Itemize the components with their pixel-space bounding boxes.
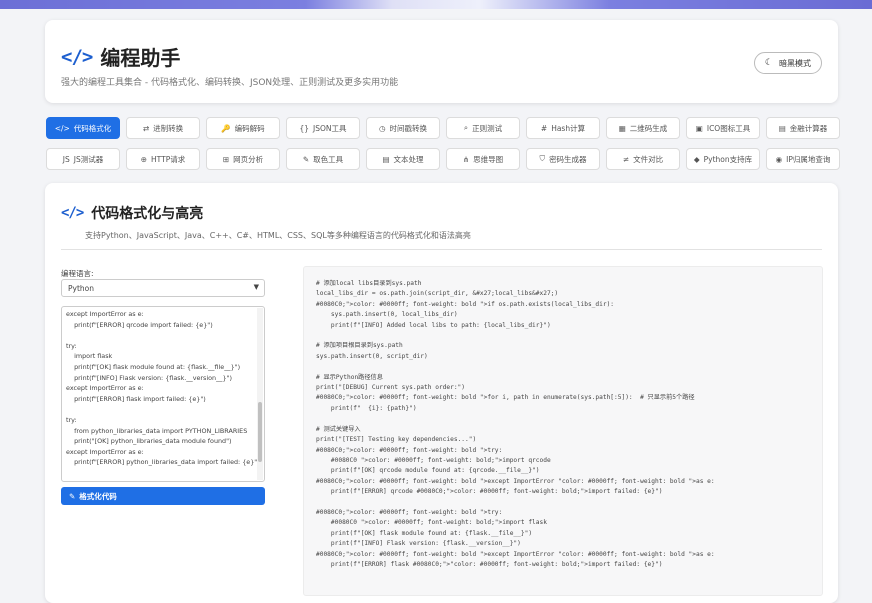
tool-tab-globe[interactable]: ⊕ HTTP请求 [126,148,200,170]
sitemap-icon: ⋔ [462,154,470,164]
tool-tab-eyedropper[interactable]: ✎ 取色工具 [286,148,360,170]
tool-tab-label: IP归属地查询 [786,154,831,164]
clock-icon: ◷ [378,123,386,133]
tool-tab-table[interactable]: ⊞ 网页分析 [206,148,280,170]
tool-tab-json[interactable]: {} JSON工具 [286,117,360,139]
app-header: </> 编程助手 强大的编程工具集合 - 代码格式化、编码转换、JSON处理、正… [45,20,838,103]
section-title: 代码格式化与高亮 [91,206,204,222]
tool-tab-search[interactable]: ⌕ 正则测试 [446,117,520,139]
code-icon: </> [61,205,84,221]
compare-icon: ≠ [622,154,630,164]
tool-tab-python[interactable]: ◆ Python支持库 [686,148,760,170]
tool-tab-file[interactable]: ▤ 文本处理 [366,148,440,170]
tool-tab-label: 思维导图 [473,154,504,164]
tool-tab-label: 文本处理 [393,154,424,164]
tool-tab-label: Hash计算 [551,123,586,133]
app-subtitle: 强大的编程工具集合 - 代码格式化、编码转换、JSON处理、正则测试及更多实用功… [61,78,399,88]
table-icon: ⊞ [222,154,230,164]
language-label: 编程语言: [61,269,94,278]
code-input-text: except ImportError as e: print(f"[ERROR]… [66,310,260,467]
tool-tab-qrcode[interactable]: ▦ 二维码生成 [606,117,680,139]
chevron-down-icon: ▼ [253,283,259,291]
js-icon: JS [62,154,70,164]
section-description: 支持Python、JavaScript、Java、C++、C#、HTML、CSS… [85,231,471,240]
language-select[interactable]: Python ▼ [61,279,265,297]
app-title: 编程助手 [100,46,181,70]
app-logo-row: </> 编程助手 [61,42,180,71]
tool-tab-code[interactable]: </> 代码格式化 [46,117,120,139]
dark-mode-label: 暗黑模式 [779,58,811,68]
calculator-icon: ▤ [778,123,786,133]
tool-tab-sitemap[interactable]: ⋔ 思维导图 [446,148,520,170]
code-icon: </> [54,123,70,133]
tool-tab-label: ICO图标工具 [706,123,751,133]
section-title-row: </> 代码格式化与高亮 [61,203,203,223]
tool-tab-label: HTTP请求 [151,154,186,164]
tool-tab-hash[interactable]: # Hash计算 [526,117,600,139]
tool-tab-label: 取色工具 [313,154,344,164]
tool-tab-clock[interactable]: ◷ 时间戳转换 [366,117,440,139]
tool-tab-label: JS测试器 [73,154,104,164]
shield-icon: ⛉ [539,154,546,163]
top-gradient-bar [0,0,872,9]
tool-tab-image[interactable]: ▣ ICO图标工具 [686,117,760,139]
tool-tab-label: 密码生成器 [549,154,587,164]
tool-tab-exchange[interactable]: ⇄ 进制转换 [126,117,200,139]
key-icon: 🔑 [221,123,231,133]
format-code-button[interactable]: ✎ 格式化代码 [61,487,265,505]
code-input-textarea[interactable]: except ImportError as e: print(f"[ERROR]… [61,306,265,482]
tool-tab-label: Python支持库 [703,154,753,164]
tool-tab-label: 金融计算器 [789,123,828,133]
moon-icon: ☾ [764,58,773,68]
location-icon: ◉ [775,154,783,164]
code-logo-icon: </> [61,45,93,68]
eyedropper-icon: ✎ [302,154,310,164]
code-output-text: # 添加local libs目录到sys.path local_libs_dir… [316,280,715,568]
tool-tab-compare[interactable]: ≠ 文件对比 [606,148,680,170]
code-output-panel: # 添加local libs目录到sys.path local_libs_dir… [303,266,823,596]
tool-tab-label: 二维码生成 [629,123,668,133]
globe-icon: ⊕ [140,154,148,164]
search-icon: ⌕ [463,123,469,132]
tool-tab-label: 文件对比 [633,154,664,164]
python-icon: ◆ [693,154,700,164]
image-icon: ▣ [695,123,703,133]
tool-tab-shield[interactable]: ⛉ 密码生成器 [526,148,600,170]
section-divider [61,249,822,250]
tool-tab-location[interactable]: ◉ IP归属地查询 [766,148,840,170]
editor-scrollbar-thumb[interactable] [258,402,262,462]
tool-row-2: JS JS测试器 ⊕ HTTP请求 ⊞ 网页分析 ✎ 取色工具 ▤ 文本处理 ⋔ 思维导图 ⛉ 密码生成器… [46,148,840,170]
tool-tab-calculator[interactable]: ▤ 金融计算器 [766,117,840,139]
language-select-value: Python [68,283,94,293]
tool-tab-label: 时间戳转换 [389,123,428,133]
tool-tab-label: 编码解码 [234,123,265,133]
hash-icon: # [540,123,548,133]
exchange-icon: ⇄ [142,123,150,133]
tool-nav: </> 代码格式化 ⇄ 进制转换 🔑 编码解码 {} JSON工具 ◷ 时间戳转换 ⌕ 正则测试 # Ha… [45,113,840,176]
tool-tab-label: 正则测试 [472,123,503,133]
tool-tab-label: JSON工具 [313,123,347,133]
dark-mode-toggle-button[interactable]: ☾ 暗黑模式 [753,52,822,74]
format-code-label: 格式化代码 [79,491,117,501]
tool-tab-js[interactable]: JS JS测试器 [46,148,120,170]
code-format-panel: </> 代码格式化与高亮 支持Python、JavaScript、Java、C+… [45,183,838,603]
pencil-icon: ✎ [69,491,76,501]
tool-row-1: </> 代码格式化 ⇄ 进制转换 🔑 编码解码 {} JSON工具 ◷ 时间戳转换 ⌕ 正则测试 # Ha… [46,117,840,139]
tool-tab-key[interactable]: 🔑 编码解码 [206,117,280,139]
tool-tab-label: 进制转换 [153,123,184,133]
json-icon: {} [299,123,310,133]
file-icon: ▤ [382,154,390,164]
qrcode-icon: ▦ [618,123,626,133]
tool-tab-label: 网页分析 [233,154,264,164]
tool-tab-label: 代码格式化 [73,123,112,133]
